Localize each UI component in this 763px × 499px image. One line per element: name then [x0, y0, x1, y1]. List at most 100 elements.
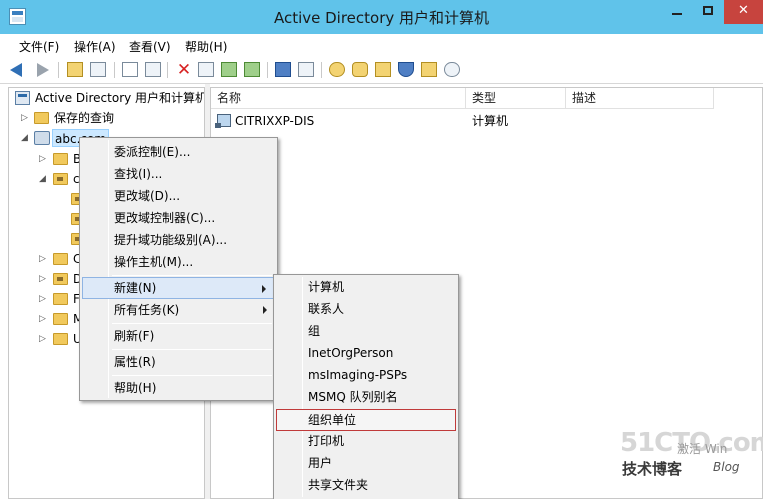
show-tree-button[interactable] — [90, 61, 108, 79]
collapse-icon[interactable]: ◢ — [39, 169, 47, 189]
tree-saved-queries-label: 保存的查询 — [54, 111, 115, 125]
new-user-button[interactable] — [329, 61, 347, 79]
list-item[interactable]: CITRIXXP-DIS 计算机 — [211, 111, 711, 131]
expand-icon[interactable]: ▷ — [39, 249, 47, 269]
menu-separator — [112, 375, 272, 376]
export-icon — [244, 62, 260, 77]
expand-icon[interactable]: ▷ — [39, 329, 47, 349]
delegate-button[interactable] — [444, 61, 462, 79]
close-button[interactable]: ✕ — [724, 0, 763, 24]
toolbar-separator — [114, 62, 115, 78]
find-button[interactable] — [421, 61, 439, 79]
show-tree-icon — [90, 62, 106, 77]
tree-root-label: Active Directory 用户和计算机 — [35, 91, 205, 105]
cut-button[interactable] — [122, 61, 140, 79]
menu-view[interactable]: 查看(V) — [129, 38, 171, 55]
forward-button[interactable] — [33, 61, 51, 79]
help-button[interactable] — [275, 61, 293, 79]
submenu-contact[interactable]: 联系人 — [276, 298, 456, 320]
console-icon — [298, 62, 314, 77]
minimize-button[interactable] — [662, 0, 692, 24]
column-header-type[interactable]: 类型 — [466, 88, 566, 109]
folder-icon — [53, 333, 68, 345]
submenu-shared-folder[interactable]: 共享文件夹 — [276, 474, 456, 496]
refresh-button[interactable] — [221, 61, 239, 79]
submenu-group[interactable]: 组 — [276, 320, 456, 342]
folder-icon — [53, 313, 68, 325]
list-item-name: CITRIXXP-DIS — [235, 114, 315, 128]
expand-icon[interactable]: ▷ — [39, 309, 47, 329]
list-item-type: 计算机 — [472, 114, 509, 128]
menu-separator — [112, 275, 272, 276]
refresh-icon — [221, 62, 237, 77]
menu-file[interactable]: 文件(F) — [19, 38, 59, 55]
user-icon — [329, 62, 345, 77]
submenu-msimaging-psps[interactable]: msImaging-PSPs — [276, 364, 456, 386]
window-title: Active Directory 用户和计算机 — [273, 9, 490, 27]
menu-new-label: 新建(N) — [114, 281, 157, 295]
submenu-arrow-icon — [263, 306, 267, 314]
menu-refresh[interactable]: 刷新(F) — [82, 325, 275, 347]
new-submenu: 计算机 联系人 组 InetOrgPerson msImaging-PSPs M… — [273, 274, 459, 499]
submenu-printer[interactable]: 打印机 — [276, 430, 456, 452]
collapse-icon[interactable]: ◢ — [21, 128, 29, 148]
cut-icon — [122, 62, 138, 77]
properties-button[interactable] — [198, 61, 216, 79]
menu-delegate-control[interactable]: 委派控制(E)... — [82, 141, 275, 163]
submenu-user[interactable]: 用户 — [276, 452, 456, 474]
menu-all-tasks[interactable]: 所有任务(K) — [82, 299, 275, 321]
up-folder-icon — [67, 62, 83, 77]
menu-new[interactable]: 新建(N) — [82, 277, 275, 299]
back-button[interactable] — [10, 61, 28, 79]
filter-button[interactable] — [398, 61, 416, 79]
expand-icon[interactable]: ▷ — [39, 149, 47, 169]
submenu-organizational-unit[interactable]: 组织单位 — [276, 409, 456, 431]
export-button[interactable] — [244, 61, 262, 79]
folder-icon — [53, 253, 68, 265]
toolbar: ✕ — [0, 56, 763, 84]
active-directory-icon — [15, 91, 30, 105]
menu-find[interactable]: 查找(I)... — [82, 163, 275, 185]
submenu-computer[interactable]: 计算机 — [276, 276, 456, 298]
submenu-msmq-alias[interactable]: MSMQ 队列别名 — [276, 386, 456, 408]
up-folder-button[interactable] — [67, 61, 85, 79]
menu-all-tasks-label: 所有任务(K) — [114, 303, 180, 317]
menu-operations-masters[interactable]: 操作主机(M)... — [82, 251, 275, 273]
column-header-name[interactable]: 名称 — [211, 88, 466, 109]
menu-help[interactable]: 帮助(H) — [82, 377, 275, 399]
forward-icon — [37, 63, 49, 77]
menu-change-domain-controller[interactable]: 更改域控制器(C)... — [82, 207, 275, 229]
submenu-arrow-icon — [262, 285, 266, 293]
maximize-button[interactable] — [693, 0, 723, 24]
maximize-icon — [703, 6, 713, 15]
minimize-icon — [672, 12, 682, 15]
expand-icon[interactable]: ▷ — [21, 108, 29, 128]
toolbar-separator — [321, 62, 322, 78]
back-icon — [10, 63, 22, 77]
copy-button[interactable] — [145, 61, 163, 79]
menu-properties[interactable]: 属性(R) — [82, 351, 275, 373]
submenu-inetorgperson[interactable]: InetOrgPerson — [276, 342, 456, 364]
ou-folder-icon — [53, 173, 68, 185]
menu-raise-domain-level[interactable]: 提升域功能级别(A)... — [82, 229, 275, 251]
column-header-description[interactable]: 描述 — [566, 88, 714, 109]
expand-icon[interactable]: ▷ — [39, 289, 47, 309]
find-icon — [421, 62, 437, 77]
expand-icon[interactable]: ▷ — [39, 269, 47, 289]
computer-icon — [215, 114, 231, 128]
group-icon — [352, 62, 368, 77]
new-group-button[interactable] — [352, 61, 370, 79]
new-ou-button[interactable] — [375, 61, 393, 79]
help-icon — [275, 62, 291, 77]
menu-help[interactable]: 帮助(H) — [185, 38, 227, 55]
menu-bar: 文件(F) 操作(A) 查看(V) 帮助(H) — [0, 34, 763, 56]
delete-button[interactable]: ✕ — [175, 61, 193, 79]
activation-watermark: 激活 Win — [677, 442, 728, 456]
ou-icon — [375, 62, 391, 77]
delete-icon: ✕ — [176, 60, 192, 80]
console-button[interactable] — [298, 61, 316, 79]
menu-change-domain[interactable]: 更改域(D)... — [82, 185, 275, 207]
toolbar-separator — [167, 62, 168, 78]
menu-action[interactable]: 操作(A) — [74, 38, 116, 55]
delegate-icon — [444, 62, 460, 77]
